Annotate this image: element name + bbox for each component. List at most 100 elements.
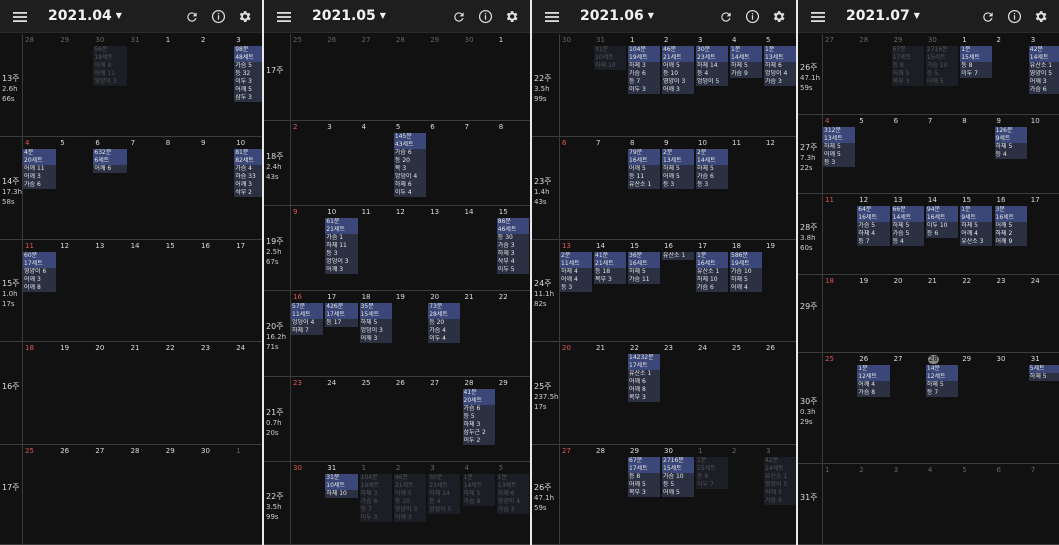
week-row[interactable]: 13주 2.6h 66s 28 29 30 31 1 2 3 56분 18세트 어깨 4 어깨 11 영양이… bbox=[0, 34, 263, 137]
day-workout-list[interactable]: 41분 20세트 가슴 6등 5 하체 3 삼두근 2 이두 2 bbox=[462, 389, 495, 445]
workout-entry[interactable]: 21세트 bbox=[594, 260, 626, 268]
day-number[interactable]: 29 bbox=[630, 447, 639, 456]
workout-entry[interactable]: 104분 bbox=[628, 46, 660, 54]
workout-entry[interactable]: 10세트 bbox=[325, 482, 358, 490]
workout-entry[interactable]: 엉덩이 5 bbox=[428, 506, 461, 514]
workout-entry[interactable]: 가슴 8 bbox=[857, 389, 890, 397]
settings-icon[interactable] bbox=[499, 0, 523, 33]
day-number[interactable]: 10 bbox=[327, 208, 336, 217]
day-number[interactable]: 22 bbox=[962, 277, 971, 286]
workout-entry[interactable]: 등 8 bbox=[696, 473, 728, 481]
day-number[interactable]: 15 bbox=[962, 196, 971, 205]
workout-entry[interactable]: 9세트 bbox=[960, 214, 993, 222]
day-number[interactable]: 1 bbox=[825, 466, 829, 475]
day-number[interactable]: 24 bbox=[1031, 277, 1040, 286]
workout-entry[interactable]: 어깨 5 bbox=[823, 151, 856, 159]
day-number[interactable]: 1 bbox=[499, 36, 503, 45]
day-number[interactable]: 29 bbox=[166, 447, 175, 456]
workout-entry[interactable]: 2716분 bbox=[662, 457, 694, 465]
day-number[interactable]: 10 bbox=[698, 139, 707, 148]
day-workout-list[interactable]: 1분 15세트 등 8 이두 7 bbox=[960, 46, 993, 78]
workout-entry[interactable]: 1분 bbox=[857, 365, 890, 373]
day-number[interactable]: 2 bbox=[859, 466, 863, 475]
day-number[interactable]: 13 bbox=[95, 242, 104, 251]
workout-entry[interactable]: 1분 bbox=[764, 46, 796, 54]
day-number[interactable]: 7 bbox=[928, 117, 932, 126]
day-number[interactable]: 31 bbox=[1031, 355, 1040, 364]
workout-entry[interactable]: 23세트 bbox=[428, 482, 461, 490]
day-number[interactable]: 3 bbox=[894, 466, 898, 475]
workout-entry[interactable]: 어깨 4 bbox=[960, 230, 993, 238]
day-number[interactable]: 18 bbox=[825, 277, 834, 286]
workout-entry[interactable]: 3분 bbox=[994, 206, 1027, 214]
workout-entry[interactable]: 어깨 8 bbox=[23, 284, 57, 292]
workout-entry[interactable]: 삭부 2 bbox=[234, 189, 263, 197]
workout-entry[interactable]: 가슴 6 bbox=[628, 70, 660, 78]
day-number[interactable]: 15 bbox=[166, 242, 175, 251]
day-number[interactable]: 15 bbox=[630, 242, 639, 251]
workout-entry[interactable]: 어깨 3 bbox=[662, 86, 694, 94]
day-number[interactable]: 26 bbox=[859, 355, 868, 364]
day-workout-list[interactable]: 1분 13세트 하체 6 엉덩이 4 가슴 3 bbox=[764, 46, 796, 86]
workout-entry[interactable]: 엉덩이 4 bbox=[291, 319, 324, 327]
info-icon[interactable] bbox=[1002, 0, 1026, 33]
month-selector[interactable]: 2021.06 ▼ bbox=[580, 0, 654, 33]
day-workout-list[interactable]: 2716분 15세트 가슴 10 등 5 어깨 5 bbox=[925, 46, 959, 86]
workout-entry[interactable]: 5세트 bbox=[1028, 365, 1059, 373]
workout-entry[interactable]: 13세트 bbox=[662, 157, 694, 165]
workout-entry[interactable]: 삭부 4 bbox=[496, 258, 530, 266]
day-number[interactable]: 9 bbox=[293, 208, 297, 217]
workout-entry[interactable]: 312분 bbox=[823, 127, 856, 135]
day-number[interactable]: 9 bbox=[997, 117, 1001, 126]
workout-entry[interactable]: 13세트 bbox=[764, 54, 796, 62]
day-number[interactable]: 29 bbox=[60, 36, 69, 45]
day-number[interactable]: 16 bbox=[201, 242, 210, 251]
workout-entry[interactable]: 16세트 bbox=[628, 157, 660, 165]
day-number[interactable]: 15 bbox=[499, 208, 508, 217]
workout-entry[interactable]: 60분 bbox=[23, 252, 57, 260]
workout-entry[interactable]: 14세트 bbox=[1028, 54, 1059, 62]
workout-entry[interactable]: 등 8 bbox=[628, 473, 660, 481]
workout-entry[interactable]: 14세트 bbox=[891, 214, 924, 222]
workout-entry[interactable]: 가슴 6 bbox=[23, 181, 57, 189]
workout-entry[interactable]: 어깨 6 bbox=[93, 165, 127, 173]
workout-entry[interactable]: 어깨 4 bbox=[730, 284, 762, 292]
workout-entry[interactable]: 어깨 3 bbox=[764, 489, 796, 497]
workout-entry[interactable]: 86분 bbox=[496, 218, 530, 226]
workout-entry[interactable]: 하체 2 bbox=[994, 230, 1027, 238]
workout-entry[interactable]: 영양이 5 bbox=[1028, 70, 1059, 78]
workout-entry[interactable]: 28세트 bbox=[428, 311, 461, 319]
day-number[interactable]: 30 bbox=[997, 355, 1006, 364]
workout-entry[interactable]: 등 5 bbox=[662, 481, 694, 489]
workout-entry[interactable]: 등 7 bbox=[628, 78, 660, 86]
workout-entry[interactable]: 어깨 3 bbox=[23, 173, 57, 181]
day-workout-list[interactable]: 98분 48세트 가슴 5등 32 이두 3 어깨 5 삼두 3 bbox=[234, 46, 263, 102]
workout-entry[interactable]: 하체 6 bbox=[496, 490, 530, 498]
settings-icon[interactable] bbox=[232, 0, 256, 33]
menu-icon[interactable] bbox=[272, 0, 296, 33]
week-row[interactable]: 26주 47.1h 59s 27 28 29 30 1 2 3 67분 17세트 등 8 어깨 5 복부 3… bbox=[798, 34, 1059, 115]
workout-entry[interactable]: 16세트 bbox=[857, 214, 890, 222]
workout-entry[interactable]: 하체 5 bbox=[925, 381, 959, 389]
day-number[interactable]: 25 bbox=[825, 355, 834, 364]
day-number[interactable]: 21 bbox=[131, 344, 140, 353]
day-workout-list[interactable]: 2분 14세트 하체 5 가슴 6등 3 bbox=[696, 149, 728, 189]
workout-entry[interactable]: 엉덩이 3 bbox=[325, 258, 358, 266]
day-number[interactable]: 24 bbox=[698, 344, 707, 353]
workout-entry[interactable]: 15세트 bbox=[696, 465, 728, 473]
day-number[interactable]: 25 bbox=[732, 344, 741, 353]
day-number[interactable]: 14 bbox=[928, 196, 937, 205]
workout-entry[interactable]: 가슴 9 bbox=[730, 70, 762, 78]
day-workout-list[interactable]: 14분 12세트 하체 5등 7 bbox=[925, 365, 959, 397]
workout-entry[interactable]: 64분 bbox=[857, 206, 890, 214]
day-number[interactable]: 18 bbox=[362, 293, 371, 302]
day-workout-list[interactable]: 426분 17세트 등 17 bbox=[325, 303, 358, 327]
workout-entry[interactable]: 6세트 bbox=[93, 157, 127, 165]
workout-entry[interactable]: 14분 bbox=[925, 365, 959, 373]
workout-entry[interactable]: 어깨 5 bbox=[393, 490, 427, 498]
workout-entry[interactable]: 어깨 8 bbox=[628, 386, 660, 394]
week-row[interactable]: 14주 17.3h 58s 4 5 6 7 8 9 10 4분 20세트 어깨 11 어깨 3 가슴 6 63… bbox=[0, 137, 263, 240]
workout-entry[interactable]: 영양이 6 bbox=[23, 268, 57, 276]
day-number[interactable]: 28 bbox=[465, 379, 474, 388]
day-number[interactable]: 20 bbox=[430, 293, 439, 302]
